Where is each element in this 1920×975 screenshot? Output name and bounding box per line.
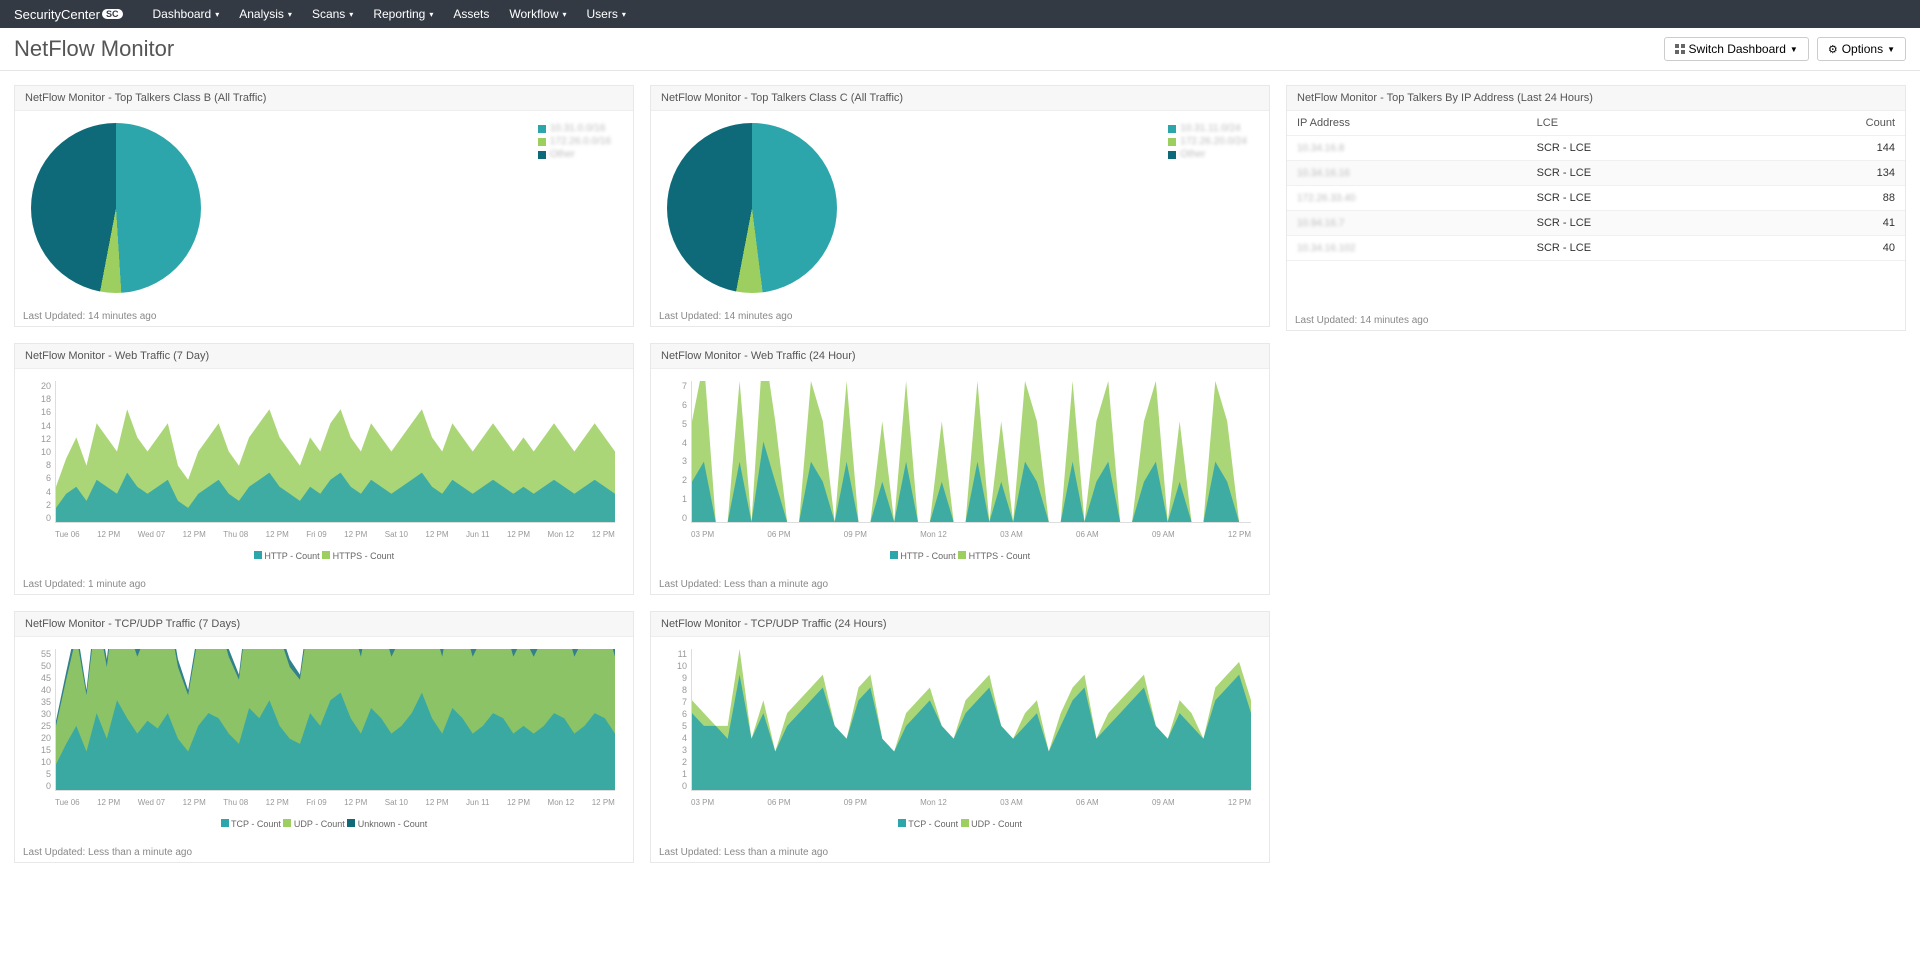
- panel-top-talkers-class-c: NetFlow Monitor - Top Talkers Class C (A…: [650, 85, 1270, 327]
- brand-badge: SC: [102, 9, 123, 19]
- panel-web-traffic-7day: NetFlow Monitor - Web Traffic (7 Day) 20…: [14, 343, 634, 595]
- panel-title: NetFlow Monitor - TCP/UDP Traffic (24 Ho…: [651, 612, 1269, 637]
- top-navbar: SecurityCenterSC Dashboard▾ Analysis▾ Scan…: [0, 0, 1920, 28]
- plot-area: [55, 381, 615, 523]
- legend-item: TCP - Count: [221, 819, 284, 829]
- legend-item: UDP - Count: [283, 819, 347, 829]
- x-axis: Tue 0612 PMWed 0712 PMThu 0812 PMFri 091…: [55, 530, 615, 539]
- panel-title: NetFlow Monitor - Top Talkers By IP Addr…: [1287, 86, 1905, 111]
- caret-icon: ▾: [429, 10, 433, 19]
- table-header[interactable]: IP Address: [1287, 111, 1527, 136]
- legend-item: HTTPS - Count: [958, 551, 1030, 561]
- switch-dashboard-button[interactable]: Switch Dashboard ▼: [1664, 37, 1809, 61]
- nav-reporting[interactable]: Reporting▾: [373, 7, 433, 21]
- panel-title: NetFlow Monitor - Web Traffic (7 Day): [15, 344, 633, 369]
- legend-item: Other: [1168, 149, 1247, 160]
- plot-area: [691, 649, 1251, 791]
- brand[interactable]: SecurityCenterSC: [14, 7, 123, 22]
- plot-area: [55, 649, 615, 791]
- top-talkers-table: IP AddressLCECount 10.34.16.8SCR - LCE14…: [1287, 111, 1905, 261]
- chart-legend: TCP - Count UDP - Count: [659, 815, 1261, 835]
- nav-links: Dashboard▾ Analysis▾ Scans▾ Reporting▾ Asset…: [153, 7, 626, 21]
- legend-item: HTTP - Count: [890, 551, 958, 561]
- area-chart[interactable]: 76543210 03 PM06 PM09 PMMon 1203 AM06 AM0…: [659, 377, 1261, 547]
- panel-title: NetFlow Monitor - TCP/UDP Traffic (7 Day…: [15, 612, 633, 637]
- pie-chart[interactable]: [31, 123, 201, 293]
- legend-item: HTTP - Count: [254, 551, 322, 561]
- panel-top-talkers-class-b: NetFlow Monitor - Top Talkers Class B (A…: [14, 85, 634, 327]
- panel-footer: Last Updated: 14 minutes ago: [651, 307, 1269, 326]
- legend-item: Unknown - Count: [347, 819, 427, 829]
- x-axis: Tue 0612 PMWed 0712 PMThu 0812 PMFri 091…: [55, 798, 615, 807]
- chart-legend: TCP - Count UDP - Count Unknown - Count: [23, 815, 625, 835]
- area-chart[interactable]: 11109876543210 03 PM06 PM09 PMMon 1203 AM…: [659, 645, 1261, 815]
- table-row[interactable]: 10.34.16.8SCR - LCE144: [1287, 136, 1905, 161]
- area-chart[interactable]: 20181614121086420 Tue 0612 PMWed 0712 PMT…: [23, 377, 625, 547]
- panel-footer: Last Updated: 1 minute ago: [15, 575, 633, 594]
- grid-icon: [1675, 44, 1685, 54]
- caret-icon: ▾: [215, 10, 219, 19]
- nav-dashboard[interactable]: Dashboard▾: [153, 7, 220, 21]
- table-header[interactable]: Count: [1754, 111, 1905, 136]
- panel-footer: Last Updated: Less than a minute ago: [651, 575, 1269, 594]
- x-axis: 03 PM06 PM09 PMMon 1203 AM06 AM09 AM12 P…: [691, 530, 1251, 539]
- nav-users[interactable]: Users▾: [587, 7, 626, 21]
- chart-legend: HTTP - Count HTTPS - Count: [23, 547, 625, 567]
- nav-scans[interactable]: Scans▾: [312, 7, 353, 21]
- legend-item: HTTPS - Count: [322, 551, 394, 561]
- dashboard-grid: NetFlow Monitor - Top Talkers Class B (A…: [0, 71, 1920, 877]
- table-row[interactable]: 10.34.16.16SCR - LCE134: [1287, 161, 1905, 186]
- legend-item: UDP - Count: [961, 819, 1022, 829]
- y-axis: 11109876543210: [663, 649, 687, 791]
- caret-icon: ▾: [288, 10, 292, 19]
- nav-assets[interactable]: Assets: [453, 7, 489, 21]
- panel-top-talkers-ip: NetFlow Monitor - Top Talkers By IP Addr…: [1286, 85, 1906, 331]
- legend-item: 172.26.0.0/16: [538, 136, 611, 147]
- panel-tcpudp-7day: NetFlow Monitor - TCP/UDP Traffic (7 Day…: [14, 611, 634, 863]
- panel-footer: Last Updated: 14 minutes ago: [1287, 311, 1905, 330]
- area-chart[interactable]: 5550454035302520151050 Tue 0612 PMWed 071…: [23, 645, 625, 815]
- page-title: NetFlow Monitor: [14, 36, 174, 62]
- plot-area: [691, 381, 1251, 523]
- panel-title: NetFlow Monitor - Top Talkers Class C (A…: [651, 86, 1269, 111]
- legend-item: 10.31.11.0/24: [1168, 123, 1247, 134]
- x-axis: 03 PM06 PM09 PMMon 1203 AM06 AM09 AM12 P…: [691, 798, 1251, 807]
- panel-tcpudp-24hour: NetFlow Monitor - TCP/UDP Traffic (24 Ho…: [650, 611, 1270, 863]
- caret-icon: ▾: [622, 10, 626, 19]
- panel-footer: Last Updated: Less than a minute ago: [15, 843, 633, 862]
- page-header: NetFlow Monitor Switch Dashboard ▼ Optio…: [0, 28, 1920, 71]
- y-axis: 5550454035302520151050: [27, 649, 51, 791]
- table-row[interactable]: 10.94.16.7SCR - LCE41: [1287, 211, 1905, 236]
- y-axis: 20181614121086420: [27, 381, 51, 523]
- panel-footer: Last Updated: 14 minutes ago: [15, 307, 633, 326]
- caret-icon: ▾: [349, 10, 353, 19]
- table-row[interactable]: 10.34.16.102SCR - LCE40: [1287, 236, 1905, 261]
- nav-analysis[interactable]: Analysis▾: [239, 7, 292, 21]
- pie-legend: 10.31.0.0/16 172.26.0.0/16 Other: [524, 119, 625, 299]
- chart-legend: HTTP - Count HTTPS - Count: [659, 547, 1261, 567]
- options-button[interactable]: Options ▼: [1817, 37, 1906, 61]
- pie-chart[interactable]: [667, 123, 837, 293]
- panel-title: NetFlow Monitor - Top Talkers Class B (A…: [15, 86, 633, 111]
- caret-icon: ▾: [563, 10, 567, 19]
- legend-item: Other: [538, 149, 611, 160]
- caret-icon: ▼: [1790, 45, 1798, 54]
- caret-icon: ▼: [1887, 45, 1895, 54]
- legend-item: 10.31.0.0/16: [538, 123, 611, 134]
- nav-workflow[interactable]: Workflow▾: [509, 7, 566, 21]
- legend-item: TCP - Count: [898, 819, 961, 829]
- table-header[interactable]: LCE: [1527, 111, 1754, 136]
- pie-legend: 10.31.11.0/24 172.26.20.0/24 Other: [1154, 119, 1261, 299]
- table-row[interactable]: 172.26.33.40SCR - LCE88: [1287, 186, 1905, 211]
- y-axis: 76543210: [663, 381, 687, 523]
- panel-footer: Last Updated: Less than a minute ago: [651, 843, 1269, 862]
- panel-title: NetFlow Monitor - Web Traffic (24 Hour): [651, 344, 1269, 369]
- panel-web-traffic-24hour: NetFlow Monitor - Web Traffic (24 Hour) …: [650, 343, 1270, 595]
- legend-item: 172.26.20.0/24: [1168, 136, 1247, 147]
- header-actions: Switch Dashboard ▼ Options ▼: [1664, 37, 1906, 61]
- gear-icon: [1828, 42, 1838, 56]
